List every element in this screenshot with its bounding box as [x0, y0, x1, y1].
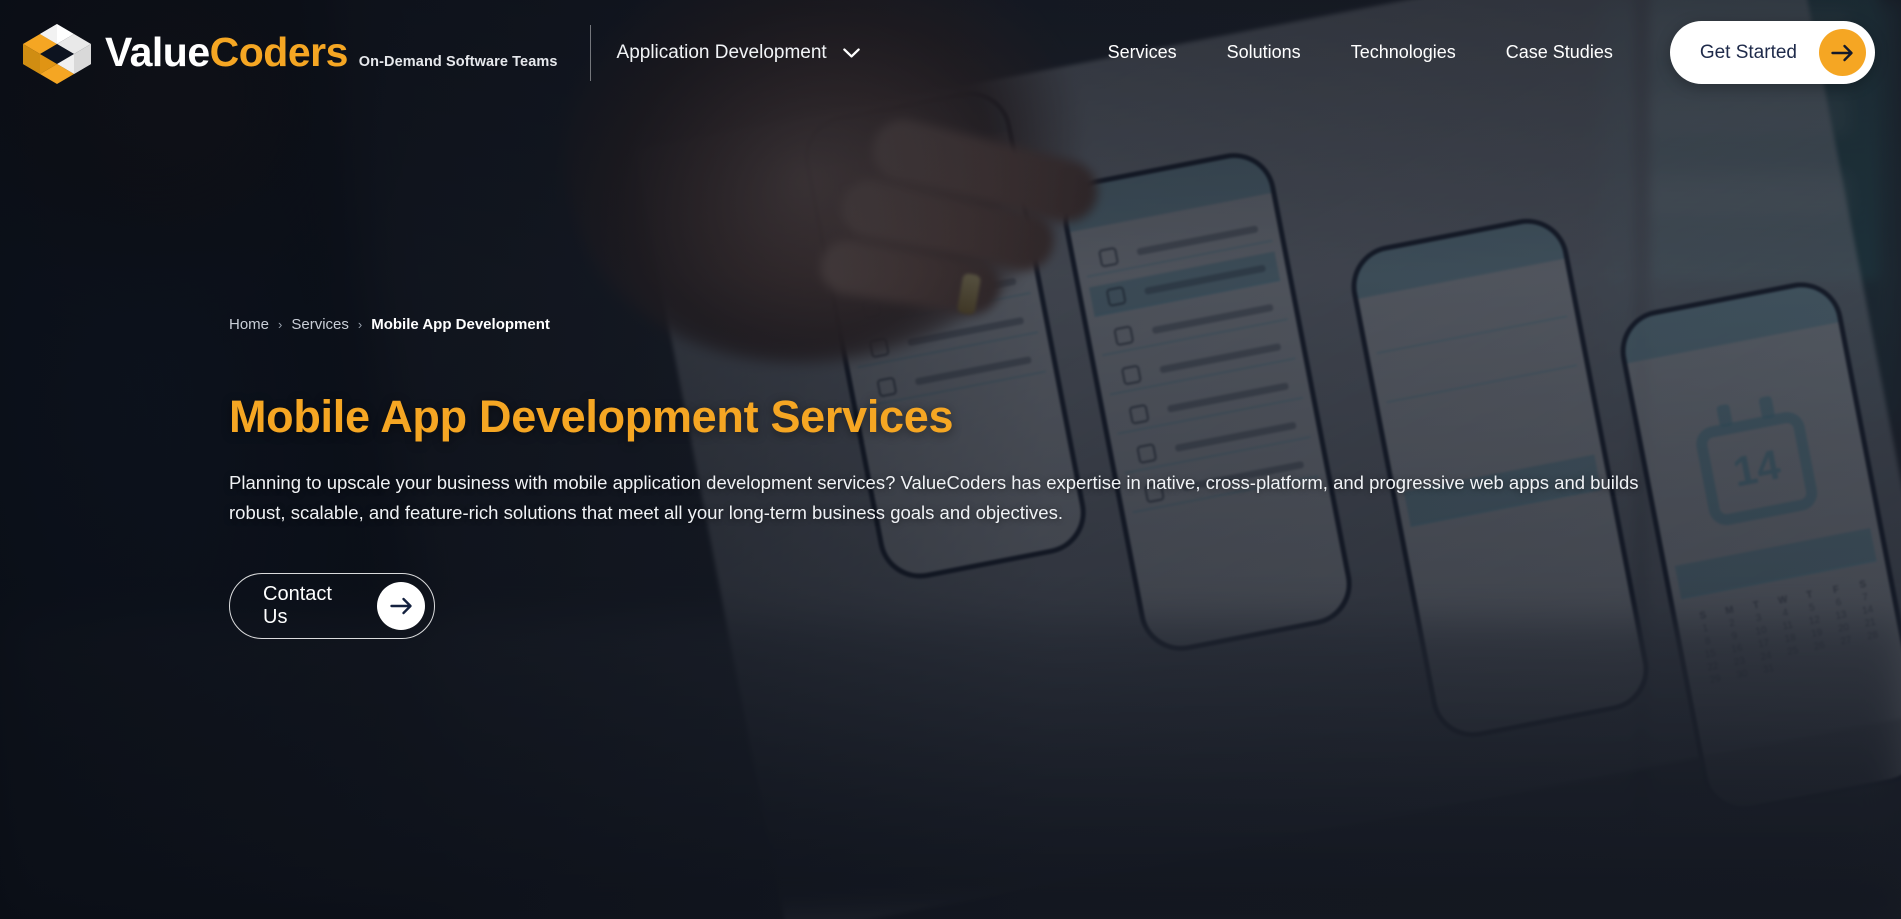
breadcrumb-separator-icon: › — [278, 317, 283, 332]
site-header: ValueCoders On-Demand Software Teams App… — [0, 0, 1901, 105]
brand-tagline: On-Demand Software Teams — [358, 53, 558, 70]
department-label: Application Development — [616, 41, 827, 63]
nav-item-case-studies[interactable]: Case Studies — [1481, 32, 1638, 73]
hero-description: Planning to upscale your business with m… — [229, 472, 1639, 523]
arrow-right-icon — [389, 597, 412, 615]
page-title: Mobile App Development Services — [229, 391, 954, 442]
valuecoders-cube-logo-icon — [23, 23, 91, 84]
hero-section: Home › Services › Mobile App Development… — [0, 0, 1901, 919]
brand-logo-link[interactable]: ValueCoders On-Demand Software Teams — [0, 22, 558, 84]
get-started-arrow-circle — [1819, 29, 1866, 76]
get-started-button[interactable]: Get Started — [1669, 21, 1875, 84]
contact-us-button[interactable]: Contact Us — [229, 573, 435, 639]
department-dropdown[interactable]: Application Development — [617, 42, 860, 64]
brand-name-value: Value — [105, 28, 210, 75]
contact-us-label: Contact Us — [263, 583, 332, 628]
nav-item-technologies[interactable]: Technologies — [1326, 32, 1481, 73]
breadcrumb-separator-icon: › — [357, 317, 363, 332]
main-navigation: Services Solutions Technologies Case Stu… — [1083, 21, 1901, 84]
nav-item-solutions[interactable]: Solutions — [1202, 32, 1326, 73]
get-started-label: Get Started — [1699, 41, 1797, 63]
breadcrumb-item-services[interactable]: Services — [291, 316, 349, 333]
breadcrumb: Home › Services › Mobile App Development — [229, 316, 550, 333]
nav-item-services[interactable]: Services — [1083, 32, 1202, 73]
arrow-right-icon — [1831, 44, 1853, 61]
breadcrumb-item-current: Mobile App Development — [371, 316, 550, 333]
brand-name-coders: Coders — [209, 28, 349, 75]
contact-us-arrow-circle — [377, 582, 425, 630]
header-divider — [589, 24, 591, 81]
brand-name: ValueCoders — [105, 29, 359, 75]
brand-text: ValueCoders On-Demand Software Teams — [105, 29, 558, 75]
breadcrumb-item-home[interactable]: Home — [229, 316, 269, 333]
chevron-down-icon — [842, 47, 860, 58]
